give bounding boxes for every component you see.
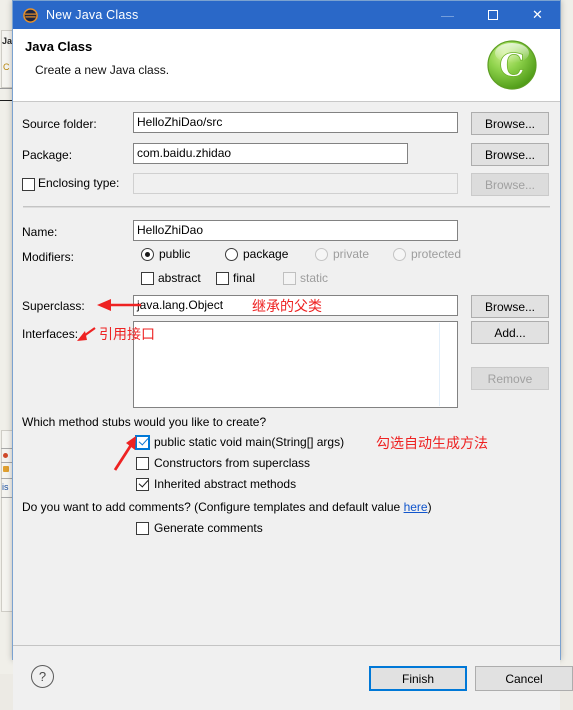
interfaces-label: Interfaces: [22,327,79,341]
cancel-button[interactable]: Cancel [475,666,573,691]
enclosing-type-label: Enclosing type: [38,176,120,190]
modifier-label-abstract: abstract [158,271,201,285]
modifiers-label: Modifiers: [22,250,75,264]
superclass-annotation-text: 继承的父类 [252,299,322,315]
configure-templates-link[interactable]: here [404,500,428,514]
modifier-checkbox-abstract[interactable] [141,272,154,285]
page-title: Java Class [25,39,93,54]
superclass-annotation-arrow [97,299,141,311]
bg-error-marker-icon [3,453,8,458]
enclosing-type-browse-button: Browse... [471,173,549,196]
superclass-browse-button[interactable]: Browse... [471,295,549,318]
main-method-annotation-text: 勾选自动生成方法 [376,436,488,452]
source-folder-input[interactable]: HelloZhiDao/src [133,112,458,133]
source-folder-label: Source folder: [22,117,97,131]
bg-text-fragment-0: Ja [2,36,13,46]
page-subtitle: Create a new Java class. [35,63,170,77]
close-icon: ✕ [532,7,543,22]
green-class-c-icon: C [484,37,540,93]
interfaces-add-button[interactable]: Add... [471,321,549,344]
main-method-annotation-arrow [113,436,136,471]
modifier-label-private: private [333,247,370,261]
modifier-radio-public[interactable] [141,248,154,261]
package-browse-button[interactable]: Browse... [471,143,549,166]
package-input[interactable]: com.baidu.zhidao [133,143,408,164]
source-folder-browse-button[interactable]: Browse... [471,112,549,135]
bg-warning-marker-icon [3,466,9,472]
close-button[interactable]: ✕ [515,1,560,29]
stub-label-main: public static void main(String[] args) [154,435,345,449]
dialog-title: New Java Class [46,8,139,22]
comments-question-pre: Do you want to add comments? (Configure … [22,500,404,514]
generate-comments-label: Generate comments [154,521,263,535]
interfaces-annotation-arrow [77,327,96,341]
stub-label-constructors: Constructors from superclass [154,456,311,470]
modifier-label-static: static [300,271,329,285]
stub-label-inherited: Inherited abstract methods [154,477,297,491]
enclosing-type-input[interactable] [133,173,458,194]
question-mark-icon: ? [38,669,47,684]
modifier-label-public: public [159,247,191,261]
svg-text:C: C [499,46,524,84]
modifier-radio-private [315,248,328,261]
modifier-radio-package[interactable] [225,248,238,261]
radio-dot [145,252,150,257]
dialog-footer: ? Finish Cancel [13,645,573,710]
modifier-checkbox-static [283,272,296,285]
bg-text-fragment-1: C [3,62,10,72]
modifier-label-final: final [233,271,256,285]
interfaces-remove-button: Remove [471,367,549,390]
stub-checkbox-inherited[interactable] [136,478,149,491]
maximize-button[interactable] [470,1,515,29]
separator-1 [23,206,550,208]
interfaces-scroll-track[interactable] [439,323,440,406]
help-button[interactable]: ? [31,665,54,688]
interfaces-listbox[interactable] [133,321,458,408]
dialog-titlebar[interactable]: New Java Class — ✕ [13,1,560,29]
minimize-icon: — [441,7,454,23]
comments-question: Do you want to add comments? (Configure … [22,500,432,514]
superclass-label: Superclass: [22,299,85,313]
name-input[interactable]: HelloZhiDao [133,220,458,241]
modifier-label-package: package [243,247,289,261]
finish-button[interactable]: Finish [369,666,467,691]
comments-question-post: ) [427,500,432,514]
eclipse-sphere-icon [23,7,38,23]
modifier-checkbox-final[interactable] [216,272,229,285]
dialog-header: Java Class Create a new Java class. C [13,29,560,102]
dialog-body: Source folder: HelloZhiDao/src Browse...… [13,102,560,645]
maximize-icon [487,10,498,20]
generate-comments-checkbox[interactable] [136,522,149,535]
name-label: Name: [22,225,58,239]
check-mark-icon [139,478,147,488]
modifier-radio-protected [393,248,406,261]
package-label: Package: [22,148,73,162]
method-stubs-question: Which method stubs would you like to cre… [22,415,267,429]
new-java-class-dialog: New Java Class — ✕ Java Class Create a n… [12,0,573,710]
bg-text-fragment-2: is [2,482,9,492]
enclosing-type-checkbox[interactable] [22,178,35,191]
modifier-label-protected: protected [411,247,462,261]
interfaces-annotation-text: 引用接口 [99,327,155,343]
minimize-button[interactable]: — [425,1,470,29]
